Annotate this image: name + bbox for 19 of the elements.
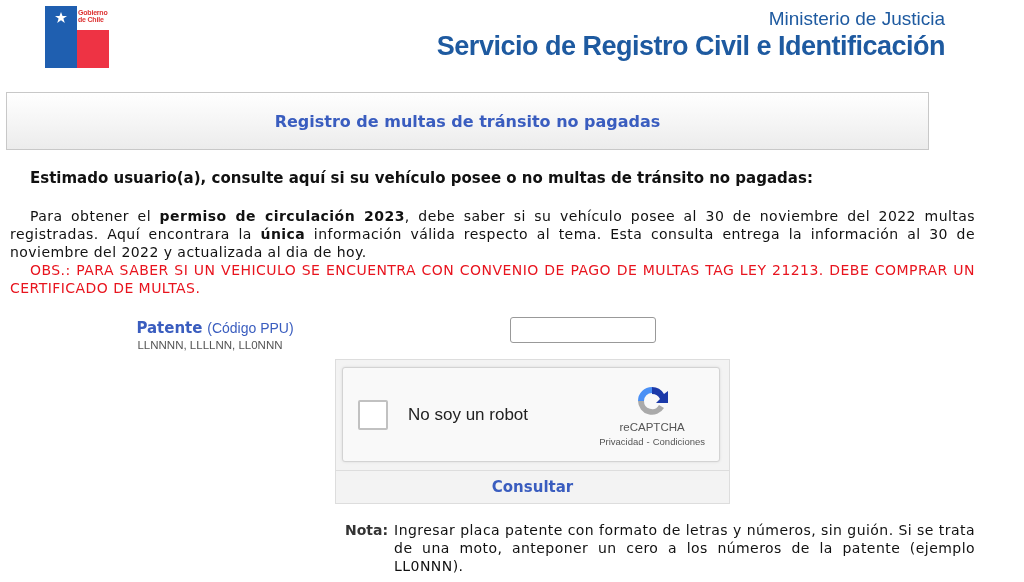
ministry-name: Ministerio de Justicia <box>768 8 945 30</box>
plate-format-hint: LLNNNN, LLLLNN, LL0NNN <box>136 339 284 351</box>
intro-heading: Estimado usuario(a), consulte aquí si su vehículo posee o no multas de tránsito no pagadas: <box>30 169 814 187</box>
plate-input-field[interactable] <box>510 317 656 343</box>
recaptcha-brand: reCAPTCHA <box>619 420 685 433</box>
robot-checkbox-label: No soy un robot <box>408 404 529 425</box>
terms-link[interactable]: Condiciones <box>652 435 705 447</box>
plate-code-hint: (Código PPU) <box>207 320 294 336</box>
notice-text: OBS.: PARA SABER SI UN VEHICULO SE ENCUENTRA CON CONVENIO DE PAGO DE MULTAS TAG LEY 21213. DEBE COMPRAR UN CERTIFICADO DE MULTAS. <box>10 261 975 297</box>
intro-paragraph: Para obtener el permiso de circulación 2023, debe saber si su vehículo posee al 30 de noviembre del 2022 multas registradas. Aquí encontrara la única información válida respecto al tema. Esta consulta entrega la información al 30 de noviembre del 2022 y actualizada al dia de hoy. <box>10 207 975 261</box>
robot-checkbox[interactable] <box>358 399 388 430</box>
privacy-link[interactable]: Privacidad <box>599 435 644 447</box>
page-title: Registro de multas de tránsito no pagadas <box>6 92 929 150</box>
link-separator: - <box>646 435 650 447</box>
emblem-icon <box>53 11 69 25</box>
service-name: Servicio de Registro Civil e Identificación <box>436 30 945 62</box>
note-text: Ingresar placa patente con formato de letras y números, sin guión. Si se trata de una moto, anteponer un cero a los números de la patente (ejemplo LL0NNN). <box>394 521 975 575</box>
plate-label: Patente <box>136 319 203 337</box>
note-label: Nota: <box>345 521 389 540</box>
